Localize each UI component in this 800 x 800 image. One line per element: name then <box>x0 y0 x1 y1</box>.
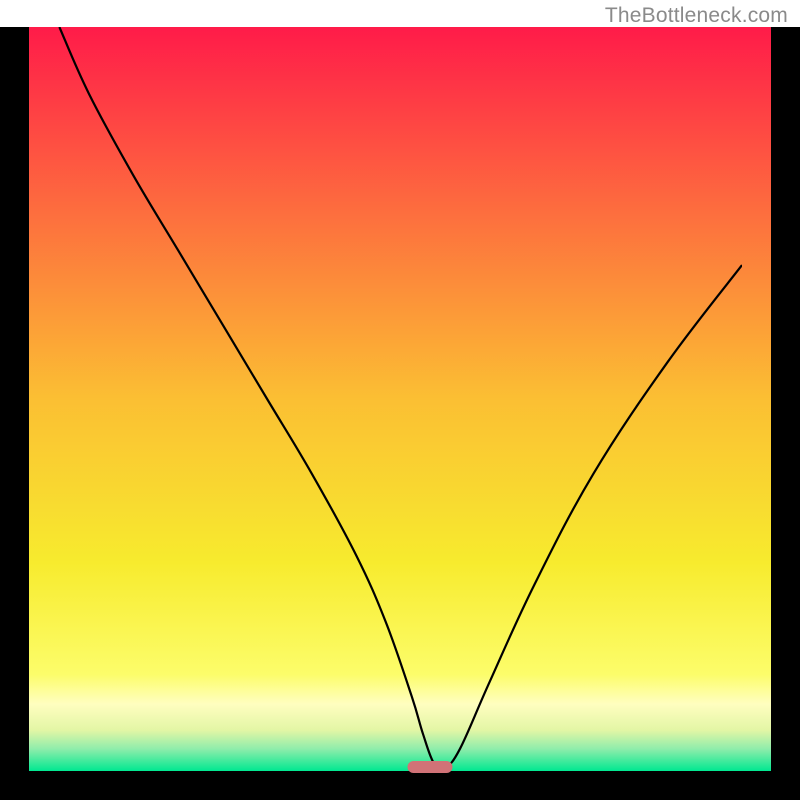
chart-frame <box>0 27 800 800</box>
optimal-marker <box>408 761 453 773</box>
chart-plot-area <box>29 27 771 771</box>
gradient-rect <box>29 27 771 771</box>
watermark-text: TheBottleneck.com <box>605 4 788 28</box>
